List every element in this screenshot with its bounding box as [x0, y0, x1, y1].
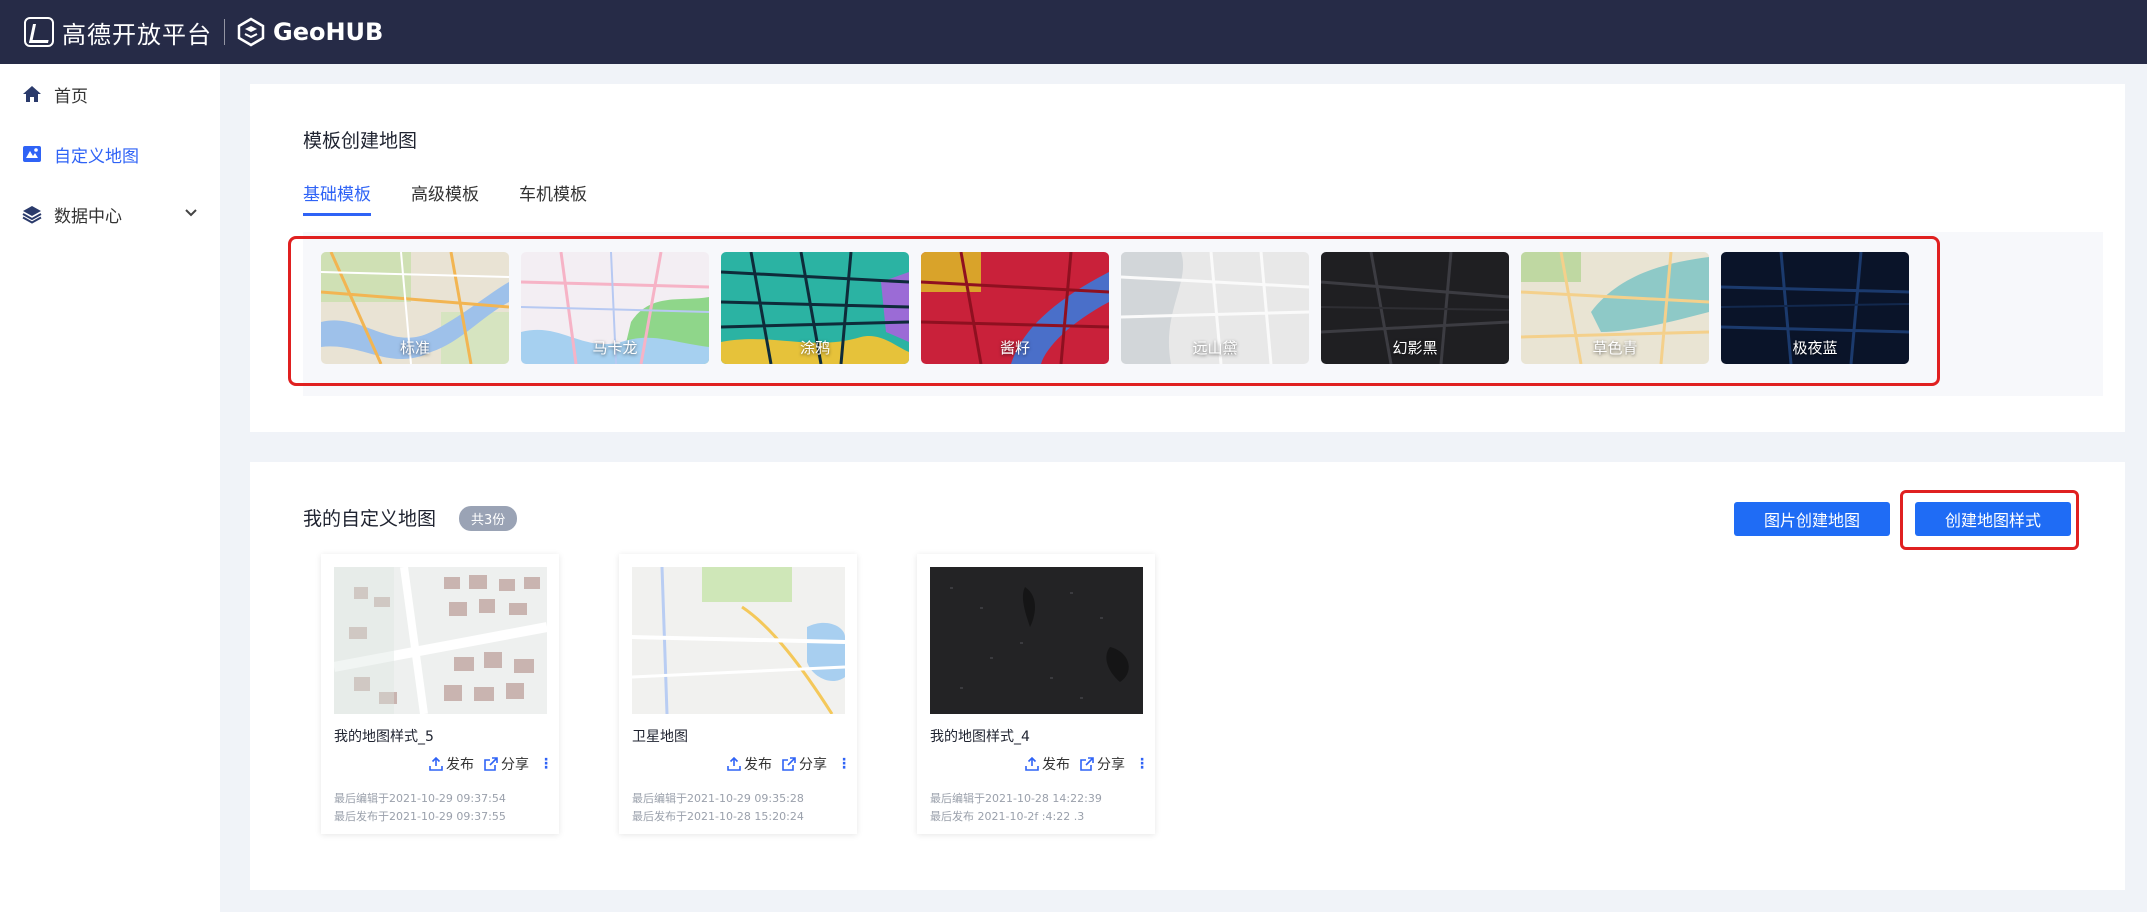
template-label: 极夜蓝	[1792, 339, 1838, 357]
template-tabs: 基础模板 高级模板 车机模板	[303, 180, 627, 216]
map-thumbnail[interactable]	[930, 567, 1143, 714]
map-card-name: 卫星地图	[632, 729, 688, 745]
template-label: 标准	[399, 339, 430, 357]
sidebar-item-label: 自定义地图	[54, 146, 139, 167]
template-gallery: 标准 马卡龙 涂鸦 酱籽 远山黛 幻影黑 草色青 极夜蓝	[321, 252, 1921, 364]
tab-advanced[interactable]: 高级模板	[411, 180, 479, 216]
my-maps-section-title: 我的自定义地图	[303, 508, 437, 530]
last-edited-text: 最后编辑于2021-10-28 14:22:39	[930, 792, 1102, 805]
map-card-name: 我的地图样式_5	[334, 729, 434, 745]
upload-icon	[1025, 757, 1039, 771]
amap-logo-icon	[24, 17, 54, 47]
template-card-graffiti[interactable]: 涂鸦	[721, 252, 909, 364]
tab-vehicle[interactable]: 车机模板	[519, 180, 587, 216]
more-options-icon[interactable]: ⋮	[1135, 756, 1149, 772]
product-name[interactable]: GeoHUB	[273, 18, 383, 46]
last-published-text: 最后发布于2021-10-28 15:20:24	[632, 810, 804, 823]
template-card-standard[interactable]: 标准	[321, 252, 509, 364]
publish-label: 发布	[1042, 757, 1070, 773]
template-card-jiangzi[interactable]: 酱籽	[921, 252, 1109, 364]
map-count-badge: 共3份	[459, 506, 518, 531]
template-label: 幻影黑	[1392, 339, 1438, 357]
last-published-text: 最后发布 2021-10-2f :4:22 .3	[930, 810, 1085, 823]
tab-basic[interactable]: 基础模板	[303, 180, 371, 216]
image-create-map-button[interactable]: 图片创建地图	[1734, 502, 1890, 536]
more-options-icon[interactable]: ⋮	[837, 756, 851, 772]
template-card-polar-night-blue[interactable]: 极夜蓝	[1721, 252, 1909, 364]
map-card-actions: 发布 分享 ⋮	[419, 754, 553, 774]
template-label: 远山黛	[1192, 339, 1238, 357]
last-edited-text: 最后编辑于2021-10-29 09:35:28	[632, 792, 804, 805]
sidebar-item-label: 首页	[54, 86, 88, 107]
my-maps-panel: 我的自定义地图 共3份 图片创建地图 创建地图样式 我的地图样式_5 发布 分享…	[250, 462, 2125, 890]
create-map-style-button[interactable]: 创建地图样式	[1915, 502, 2071, 536]
publish-label: 发布	[744, 757, 772, 773]
last-published-text: 最后发布于2021-10-29 09:37:55	[334, 810, 506, 823]
template-label: 酱籽	[999, 339, 1030, 357]
template-card-macaron[interactable]: 马卡龙	[521, 252, 709, 364]
template-label: 草色青	[1592, 339, 1638, 357]
external-link-icon	[782, 757, 796, 771]
publish-button[interactable]: 发布	[1025, 754, 1070, 774]
external-link-icon	[1080, 757, 1094, 771]
chevron-down-icon[interactable]	[184, 206, 198, 222]
share-button[interactable]: 分享	[484, 754, 529, 774]
upload-icon	[429, 757, 443, 771]
share-label: 分享	[501, 757, 529, 773]
map-card-actions: 发布 分享 ⋮	[717, 754, 851, 774]
share-button[interactable]: 分享	[782, 754, 827, 774]
sidebar: 首页 自定义地图 数据中心	[0, 64, 220, 912]
external-link-icon	[484, 757, 498, 771]
top-bar: 高德开放平台 GeoHUB	[0, 0, 2147, 64]
geohub-logo-icon	[237, 17, 265, 47]
sidebar-item-label: 数据中心	[54, 206, 122, 227]
layers-icon	[22, 204, 42, 224]
share-label: 分享	[799, 757, 827, 773]
brand-name[interactable]: 高德开放平台	[62, 15, 212, 50]
sidebar-item-custom-map[interactable]: 自定义地图	[0, 124, 220, 184]
template-section-title: 模板创建地图	[303, 130, 418, 152]
template-card-grass-green[interactable]: 草色青	[1521, 252, 1709, 364]
template-panel: 模板创建地图 基础模板 高级模板 车机模板 标准 马卡龙 涂鸦 酱籽 远山黛 幻…	[250, 84, 2125, 432]
template-label: 涂鸦	[799, 339, 830, 357]
template-card-phantom-black[interactable]: 幻影黑	[1321, 252, 1509, 364]
custom-map-icon	[22, 144, 42, 164]
map-card-actions: 发布 分享 ⋮	[1015, 754, 1149, 774]
share-label: 分享	[1097, 757, 1125, 773]
publish-button[interactable]: 发布	[429, 754, 474, 774]
publish-label: 发布	[446, 757, 474, 773]
upload-icon	[727, 757, 741, 771]
more-options-icon[interactable]: ⋮	[539, 756, 553, 772]
publish-button[interactable]: 发布	[727, 754, 772, 774]
map-thumbnail[interactable]	[632, 567, 845, 714]
last-edited-text: 最后编辑于2021-10-29 09:37:54	[334, 792, 506, 805]
map-card[interactable]: 我的地图样式_4 发布 分享 ⋮ 最后编辑于2021-10-28 14:22:3…	[917, 554, 1155, 834]
map-card[interactable]: 我的地图样式_5 发布 分享 ⋮ 最后编辑于2021-10-29 09:37:5…	[321, 554, 559, 834]
sidebar-item-data-center[interactable]: 数据中心	[0, 184, 220, 244]
map-thumbnail[interactable]	[334, 567, 547, 714]
brand-divider	[224, 19, 225, 45]
map-card-name: 我的地图样式_4	[930, 729, 1030, 745]
template-card-yuanshandai[interactable]: 远山黛	[1121, 252, 1309, 364]
home-icon	[22, 84, 42, 104]
share-button[interactable]: 分享	[1080, 754, 1125, 774]
template-label: 马卡龙	[592, 339, 638, 357]
sidebar-item-home[interactable]: 首页	[0, 64, 220, 124]
map-card[interactable]: 卫星地图 发布 分享 ⋮ 最后编辑于2021-10-29 09:35:28 最后…	[619, 554, 857, 834]
